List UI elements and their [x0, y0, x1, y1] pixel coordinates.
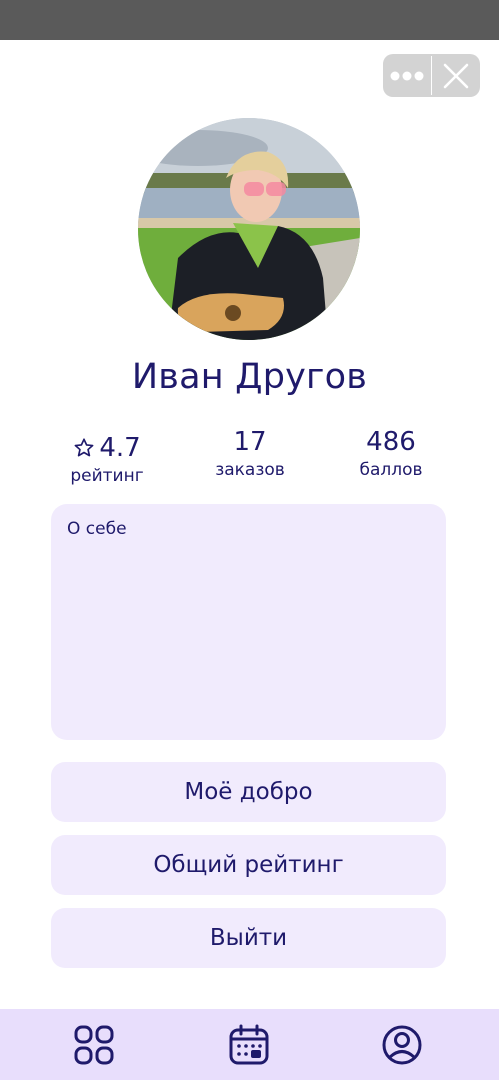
rating-value: 4.7 — [99, 433, 141, 463]
nav-item-profile[interactable] — [380, 1023, 424, 1067]
status-bar — [0, 0, 499, 40]
overall-rating-button[interactable]: Общий рейтинг — [51, 835, 446, 895]
points-value: 486 — [366, 427, 416, 457]
profile-icon — [382, 1025, 422, 1065]
my-good-button[interactable]: Моё добро — [51, 762, 446, 822]
mini-app-capsule — [383, 54, 480, 97]
rating-label: рейтинг — [70, 466, 144, 486]
more-button[interactable] — [383, 54, 431, 97]
avatar-photo — [138, 118, 360, 340]
about-section[interactable]: О себе — [51, 504, 446, 740]
close-button[interactable] — [432, 54, 480, 97]
logout-button[interactable]: Выйти — [51, 908, 446, 968]
grid-icon — [74, 1025, 114, 1065]
rating-stat: 4.7 рейтинг — [32, 432, 182, 487]
points-label: баллов — [359, 460, 423, 480]
calendar-icon — [229, 1024, 269, 1065]
orders-label: заказов — [215, 460, 285, 480]
close-icon — [443, 63, 469, 88]
avatar — [138, 118, 360, 340]
bottom-nav — [0, 1009, 499, 1080]
rating-value-row: 4.7 — [32, 432, 182, 464]
nav-item-home[interactable] — [72, 1023, 116, 1067]
orders-value: 17 — [233, 427, 267, 457]
more-dots-icon — [390, 71, 424, 80]
star-icon — [74, 438, 94, 457]
user-name: Иван Другов — [131, 357, 368, 397]
points-stat: 486 баллов — [316, 426, 466, 481]
about-label: О себе — [67, 519, 127, 539]
nav-item-calendar[interactable] — [227, 1023, 271, 1067]
orders-stat: 17 заказов — [175, 426, 325, 481]
